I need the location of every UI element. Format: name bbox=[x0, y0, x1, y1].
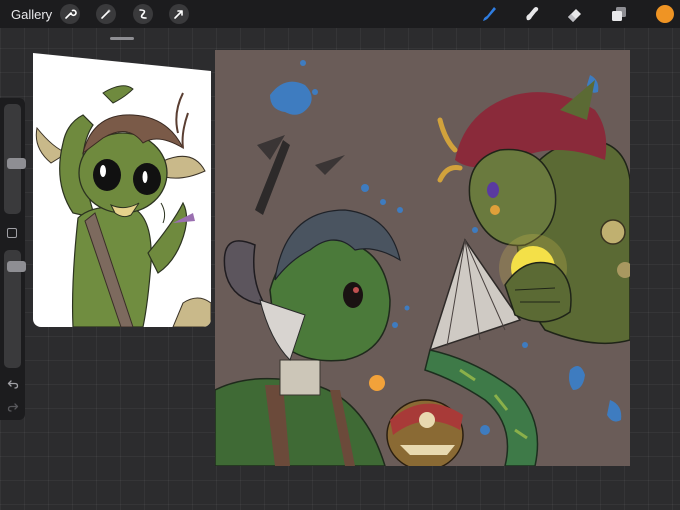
modify-button[interactable] bbox=[7, 228, 17, 238]
redo-icon[interactable] bbox=[4, 400, 21, 414]
layers-icon[interactable] bbox=[608, 4, 630, 24]
reference-window-handle[interactable] bbox=[110, 37, 134, 40]
reference-image-window[interactable] bbox=[33, 53, 211, 327]
brush-size-thumb[interactable] bbox=[7, 158, 26, 169]
wrench-icon[interactable] bbox=[60, 4, 80, 24]
brush-size-slider[interactable] bbox=[4, 104, 26, 214]
brush-icon[interactable] bbox=[478, 4, 500, 24]
brush-opacity-thumb[interactable] bbox=[7, 261, 26, 272]
left-sidebar bbox=[0, 98, 26, 420]
selection-icon[interactable] bbox=[133, 4, 153, 24]
canvas-artwork bbox=[215, 50, 630, 466]
brush-opacity-slider[interactable] bbox=[4, 250, 26, 368]
undo-icon[interactable] bbox=[4, 377, 21, 391]
eraser-icon[interactable] bbox=[564, 4, 586, 24]
reference-artwork bbox=[33, 53, 211, 327]
smudge-icon[interactable] bbox=[521, 4, 543, 24]
magic-wand-icon[interactable] bbox=[96, 4, 116, 24]
transform-icon[interactable] bbox=[169, 4, 189, 24]
drawing-canvas[interactable] bbox=[215, 50, 630, 466]
color-picker-swatch[interactable] bbox=[656, 5, 674, 23]
gallery-button[interactable]: Gallery bbox=[11, 7, 52, 22]
